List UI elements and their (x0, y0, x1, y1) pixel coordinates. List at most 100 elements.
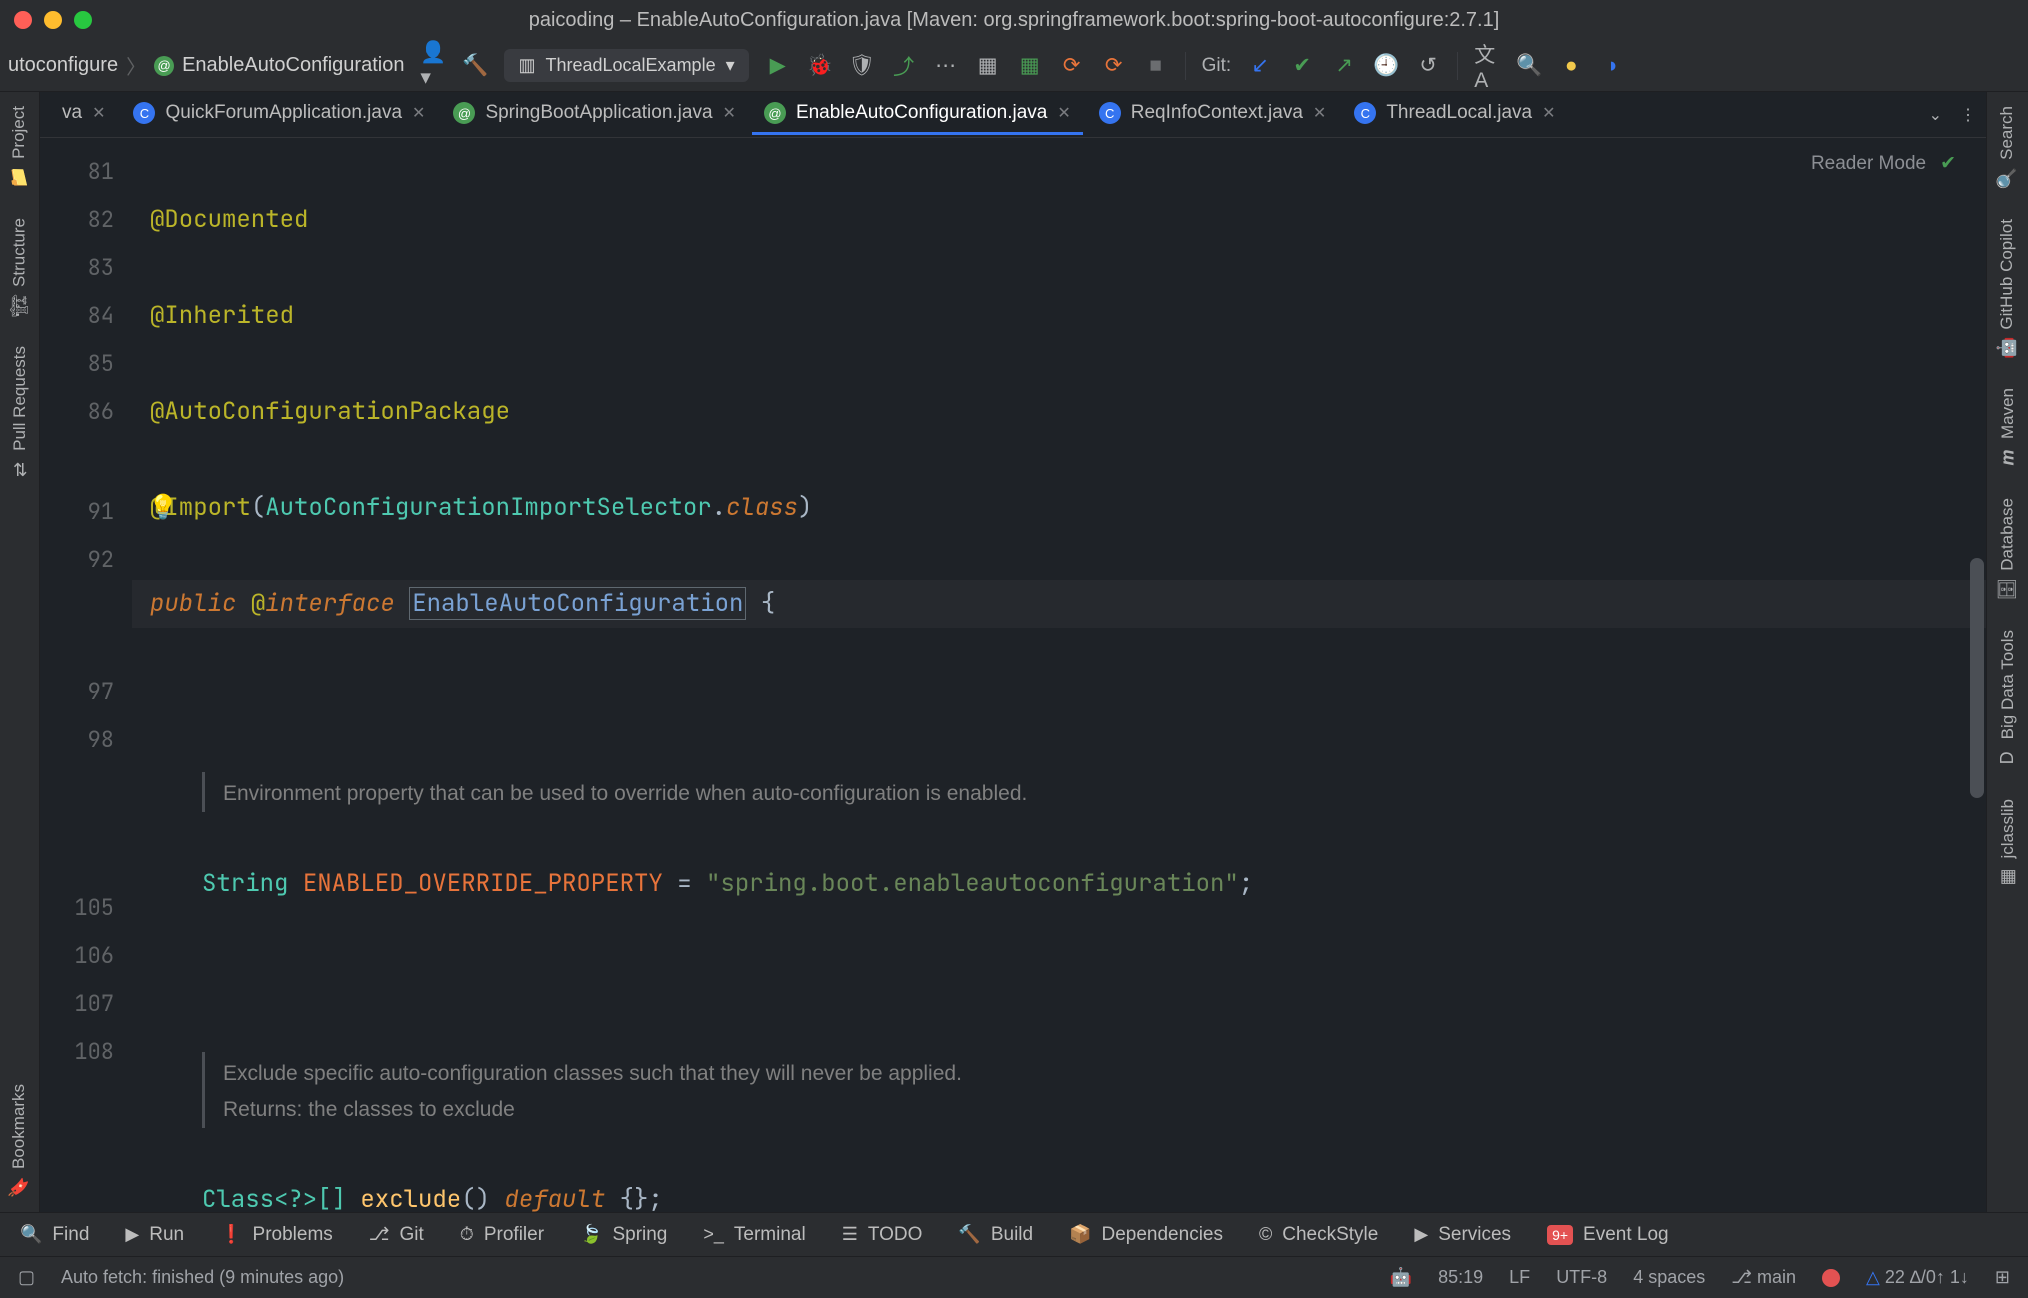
stop-icon[interactable]: ■ (1143, 53, 1169, 79)
tw-todo[interactable]: ☰TODO (842, 1224, 923, 1246)
tw-terminal[interactable]: >_Terminal (703, 1224, 805, 1246)
hammer-build-icon[interactable]: 🔨 (462, 53, 488, 79)
search-everywhere-icon[interactable]: 🔍 (1516, 53, 1542, 79)
tab-springbootapplication[interactable]: @SpringBootApplication.java✕ (441, 94, 748, 135)
tab-enableautoconfiguration[interactable]: @EnableAutoConfiguration.java✕ (752, 94, 1083, 135)
git-history-icon[interactable]: 🕘 (1373, 53, 1399, 79)
debug-icon[interactable]: 🐞 (807, 53, 833, 79)
settings-sync-icon[interactable]: ◗ (1600, 53, 1626, 79)
coverage-icon[interactable]: 🛡 (849, 53, 875, 79)
hotswap-icon[interactable]: ⟳ (1059, 53, 1085, 79)
tw-profiler[interactable]: ⏱Profiler (460, 1224, 544, 1246)
editor-body[interactable]: Reader Mode ✔ 81 82 83 84 85 86 91 92 97… (40, 138, 1986, 1212)
line-number[interactable]: 84 (40, 292, 114, 340)
copilot-status-icon[interactable]: 🤖 (1390, 1267, 1412, 1288)
code-text: AutoConfigurationImportSelector (265, 492, 711, 523)
scrollbar-thumb[interactable] (1970, 558, 1984, 798)
close-icon[interactable]: ✕ (92, 103, 105, 123)
more-run-icon[interactable]: ⋯ (933, 53, 959, 79)
tab-reqinfocontext[interactable]: CReqInfoContext.java✕ (1087, 94, 1339, 135)
close-icon[interactable]: ✕ (1313, 103, 1326, 123)
line-number[interactable]: 106 (40, 932, 114, 980)
hotswap2-icon[interactable]: ⟳ (1101, 53, 1127, 79)
line-number[interactable]: 105 (40, 884, 114, 932)
breadcrumb-root[interactable]: utoconfigure (8, 54, 118, 77)
rail-structure[interactable]: 🏗Structure (8, 218, 31, 316)
status-alert-icon[interactable] (1822, 1269, 1840, 1287)
profile-icon[interactable]: ⤴ (891, 53, 917, 79)
line-number[interactable]: 81 (40, 148, 114, 196)
line-number[interactable]: 82 (40, 196, 114, 244)
run-icon[interactable]: ▶ (765, 53, 791, 79)
line-number[interactable]: 86 (40, 388, 114, 436)
tab-quickforumapplication[interactable]: CQuickForumApplication.java✕ (121, 94, 437, 135)
line-number[interactable]: 107 (40, 980, 114, 1028)
user-icon[interactable]: 👤▾ (420, 53, 446, 79)
tab-threadlocal[interactable]: CThreadLocal.java✕ (1342, 94, 1567, 135)
status-indent[interactable]: 4 spaces (1633, 1267, 1705, 1288)
status-diff[interactable]: △ 22 ∆/0↑ 1↓ (1866, 1267, 1969, 1288)
rail-database[interactable]: 🗄Database (1996, 498, 2019, 600)
close-icon[interactable]: ✕ (412, 103, 425, 123)
line-number[interactable]: 91 (40, 488, 114, 536)
gutter-spacer (40, 584, 114, 668)
attach-icon[interactable]: ▦ (975, 53, 1001, 79)
tw-problems[interactable]: ❗Problems (220, 1224, 333, 1246)
tw-git[interactable]: ⎇Git (369, 1224, 424, 1246)
line-number[interactable]: 83 (40, 244, 114, 292)
maximize-window-button[interactable] (74, 11, 92, 29)
tw-build[interactable]: 🔨Build (958, 1224, 1033, 1246)
scrollbar-track[interactable] (1970, 198, 1984, 1202)
line-number[interactable]: 97 (40, 668, 114, 716)
reader-mode-toggle[interactable]: Reader Mode ✔ (1811, 152, 1956, 175)
git-commit-icon[interactable]: ✔ (1289, 53, 1315, 79)
close-icon[interactable]: ✕ (1542, 103, 1555, 123)
tw-run[interactable]: ▶Run (125, 1224, 184, 1246)
tw-find[interactable]: 🔍Find (20, 1224, 89, 1246)
status-autofetch[interactable]: Auto fetch: finished (9 minutes ago) (61, 1267, 344, 1288)
intention-bulb-icon[interactable]: 💡 (148, 484, 178, 532)
tw-services[interactable]: ▶Services (1414, 1224, 1511, 1246)
code-text: ; (1239, 868, 1253, 899)
line-number[interactable]: 85 (40, 340, 114, 388)
line-number[interactable]: 92 (40, 536, 114, 584)
tw-dependencies[interactable]: 📦Dependencies (1069, 1224, 1223, 1246)
toolwindow-toggle-icon[interactable]: ▢ (18, 1267, 35, 1288)
breadcrumb[interactable]: utoconfigure 〉 @ EnableAutoConfiguration (8, 51, 404, 80)
tab-va[interactable]: va✕ (50, 94, 117, 135)
line-gutter[interactable]: 81 82 83 84 85 86 91 92 97 98 105 106 10… (40, 138, 132, 1212)
ide-tips-icon[interactable]: ● (1558, 53, 1584, 79)
rail-bigdata[interactable]: DBig Data Tools (1998, 630, 2018, 768)
translate-icon[interactable]: 文A (1474, 53, 1500, 79)
run-configuration-selector[interactable]: ▥ ThreadLocalExample ▾ (504, 49, 748, 82)
minimize-window-button[interactable] (44, 11, 62, 29)
rail-jclasslib[interactable]: ▦jclasslib (1998, 799, 2018, 888)
chevron-down-icon[interactable]: ⌄ (1929, 105, 1942, 125)
tw-checkstyle[interactable]: ©CheckStyle (1259, 1224, 1378, 1246)
more-icon[interactable]: ⋮ (1960, 105, 1976, 125)
status-encoding[interactable]: UTF-8 (1556, 1267, 1607, 1288)
code-content[interactable]: @Documented @Inherited @AutoConfiguratio… (132, 138, 1986, 1212)
rail-search[interactable]: 🔍Search (1996, 106, 2018, 189)
rerun-icon[interactable]: ▦ (1017, 53, 1043, 79)
status-git-branch[interactable]: ⎇ main (1731, 1267, 1796, 1288)
line-number[interactable]: 98 (40, 716, 114, 764)
ms-logo-icon[interactable]: ⊞ (1995, 1267, 2010, 1288)
undo-icon[interactable]: ↺ (1415, 53, 1441, 79)
git-push-icon[interactable]: ↗ (1331, 53, 1357, 79)
close-icon[interactable]: ✕ (1057, 103, 1070, 123)
status-line-separator[interactable]: LF (1509, 1267, 1530, 1288)
close-icon[interactable]: ✕ (723, 103, 736, 123)
rail-project[interactable]: 📁Project (8, 106, 30, 188)
tw-spring[interactable]: 🍃Spring (580, 1224, 667, 1246)
tw-eventlog[interactable]: 9+Event Log (1547, 1224, 1669, 1246)
rail-bookmarks[interactable]: 🔖Bookmarks (8, 1084, 30, 1198)
status-caret-position[interactable]: 85:19 (1438, 1267, 1483, 1288)
rail-pull-requests[interactable]: ⇄Pull Requests (10, 346, 30, 480)
git-pull-icon[interactable]: ↙ (1247, 53, 1273, 79)
close-window-button[interactable] (14, 11, 32, 29)
breadcrumb-leaf[interactable]: EnableAutoConfiguration (182, 54, 404, 77)
rail-copilot[interactable]: 🤖GitHub Copilot (1996, 219, 2018, 359)
rail-maven[interactable]: mMaven (1998, 388, 2018, 468)
line-number[interactable]: 108 (40, 1028, 114, 1076)
